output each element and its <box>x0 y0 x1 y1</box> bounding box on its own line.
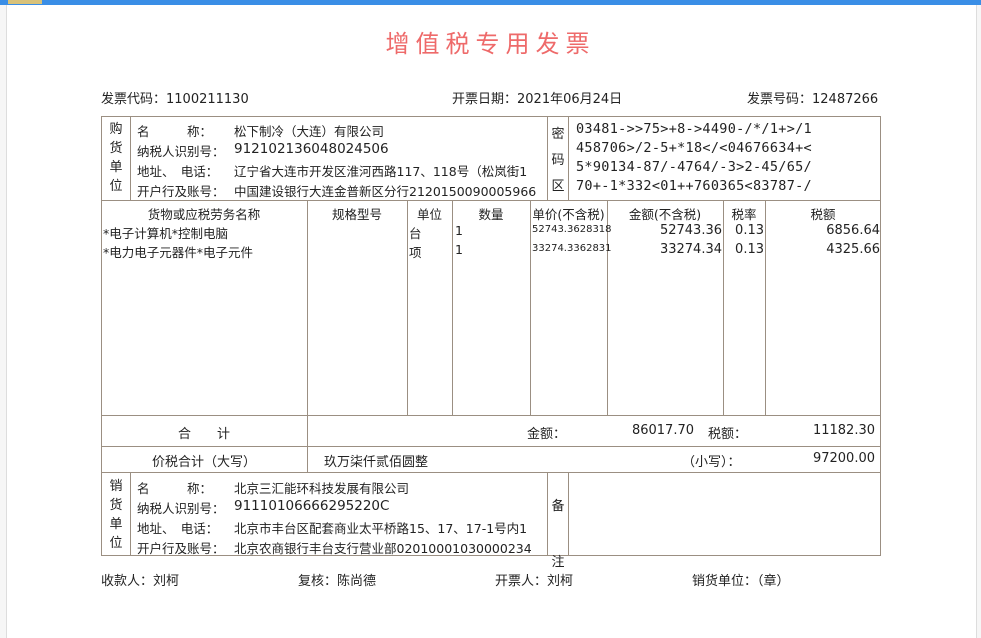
buyer-addr: 辽宁省大连市开发区淮河西路117、118号（松岚街1 <box>234 164 528 179</box>
seller-side-label: 销货单位 <box>109 479 123 551</box>
seller-name-label: 名 称： <box>137 481 213 496</box>
totals-tax-label: 税额： <box>708 427 748 442</box>
header-unit: 单位 <box>416 207 442 222</box>
totals-amount: 86017.70 <box>631 423 694 438</box>
header-rate: 税率 <box>731 207 757 222</box>
item-qty: 1 <box>455 242 463 257</box>
header-qty: 数量 <box>478 207 504 222</box>
seller-taxid-label: 纳税人识别号： <box>137 501 225 516</box>
buyer-taxid: 912102136048024506 <box>234 141 389 157</box>
cipher-line: 03481->>75>+8->4490-/*/1+>/1 <box>576 121 812 137</box>
seller-addr-label: 地址、 电话： <box>137 521 219 536</box>
grand-total-words: 玖万柒仟贰佰圆整 <box>324 455 429 470</box>
cipher-side-label: 密码区 <box>551 127 565 194</box>
seller-taxid: 91110106666295220C <box>234 498 390 514</box>
invoice-title: 增值税专用发票 <box>385 30 596 58</box>
app-icon <box>8 0 42 4</box>
buyer-name: 松下制冷（大连）有限公司 <box>234 124 385 139</box>
item-rate: 0.13 <box>735 242 764 257</box>
totals-label: 合 计 <box>177 427 230 442</box>
item-unit: 项 <box>409 245 422 260</box>
item-tax: 6856.64 <box>826 223 880 238</box>
payee: 收款人：刘柯 <box>101 574 180 589</box>
cipher-line: 70+-1*332<01++760365<83787-/ <box>576 178 812 194</box>
seller-bank: 北京农商银行丰台支行营业部02010001030000234 <box>234 541 532 556</box>
issue-date: 开票日期：2021年06月24日 <box>452 92 623 107</box>
item-unit: 台 <box>409 226 422 241</box>
item-tax: 4325.66 <box>826 242 880 257</box>
seller-unit-stamp: 销货单位：（章） <box>692 574 790 589</box>
item-name: *电力电子元器件*电子元件 <box>103 245 254 260</box>
seller-bank-label: 开户行及账号： <box>137 541 225 556</box>
item-amount: 52743.36 <box>659 223 722 238</box>
header-item-name: 货物或应税劳务名称 <box>147 207 261 222</box>
grand-total-label: 价税合计（大写） <box>151 455 256 470</box>
cipher-line: 5*90134-87/-4764/-3>2-45/65/ <box>576 159 812 175</box>
item-rate: 0.13 <box>735 223 764 238</box>
issuer: 开票人：刘柯 <box>495 574 574 589</box>
buyer-name-label: 名 称： <box>137 124 213 139</box>
totals-amount-label: 金额： <box>527 427 567 442</box>
header-price: 单价(不含税) <box>532 207 605 222</box>
buyer-taxid-label: 纳税人识别号： <box>137 144 225 159</box>
item-price: 52743.3628318 <box>532 224 612 235</box>
reviewer: 复核：陈尚德 <box>298 574 377 589</box>
buyer-addr-label: 地址、 电话： <box>137 164 219 179</box>
item-amount: 33274.34 <box>659 242 722 257</box>
grand-small-label: （小写）： <box>682 455 741 470</box>
header-amount: 金额(不含税) <box>628 207 702 222</box>
buyer-bank-label: 开户行及账号： <box>137 184 225 199</box>
seller-name: 北京三汇能环科技发展有限公司 <box>234 481 410 496</box>
buyer-bank: 中国建设银行大连金普新区分行2120150090005966 <box>234 184 537 199</box>
item-name: *电子计算机*控制电脑 <box>103 226 229 241</box>
header-spec: 规格型号 <box>331 207 382 222</box>
header-tax: 税额 <box>810 207 836 222</box>
totals-tax: 11182.30 <box>812 423 875 438</box>
item-price: 33274.3362831 <box>532 243 612 254</box>
seller-addr: 北京市丰台区配套商业太平桥路15、17、17-1号内1 <box>234 521 528 536</box>
cipher-line: 458706>/2-5+*18</<04676634+< <box>576 140 812 156</box>
invoice-number: 发票号码：12487266 <box>747 92 879 107</box>
item-qty: 1 <box>455 223 463 238</box>
grand-small-value: 97200.00 <box>812 451 875 466</box>
invoice-code: 发票代码：1100211130 <box>101 92 249 107</box>
buyer-side-label: 购货单位 <box>109 122 123 194</box>
